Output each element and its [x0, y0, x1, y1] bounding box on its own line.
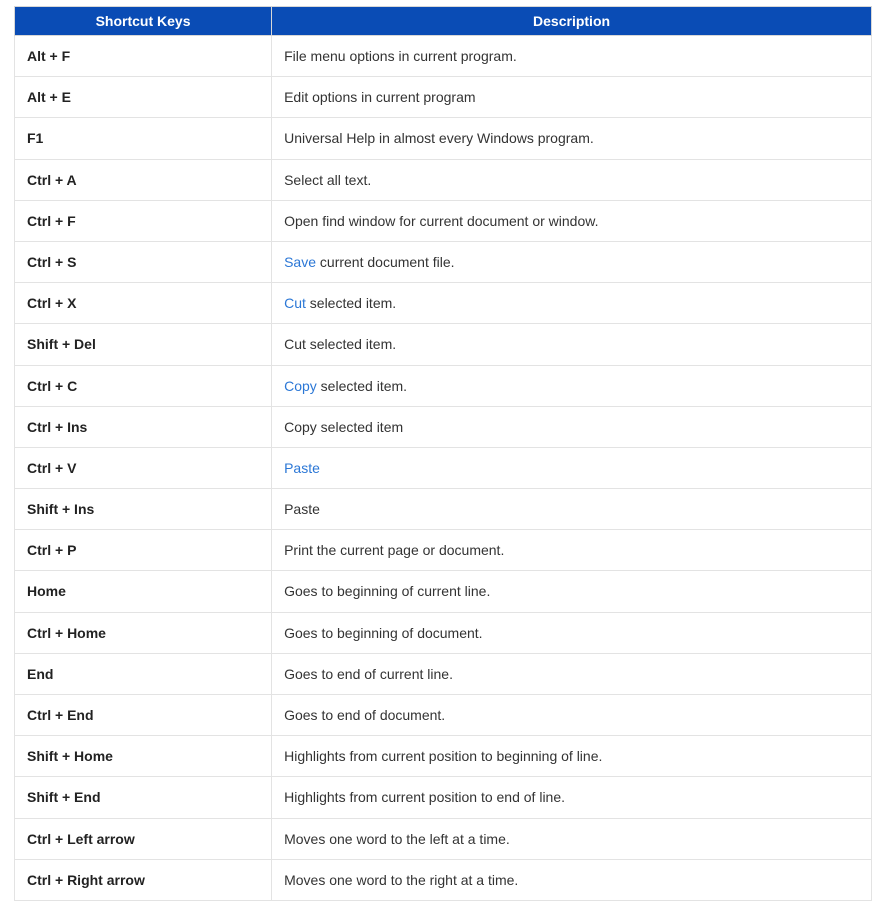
description-text: selected item. — [317, 378, 407, 394]
description-cell: Copy selected item — [272, 406, 872, 447]
header-description: Description — [272, 7, 872, 36]
description-cell: Highlights from current position to begi… — [272, 736, 872, 777]
description-cell: Copy selected item. — [272, 365, 872, 406]
keyword-link[interactable]: Copy — [284, 378, 317, 394]
shortcut-key-cell: Ctrl + F — [15, 200, 272, 241]
description-cell: Moves one word to the right at a time. — [272, 859, 872, 900]
description-text: Paste — [284, 501, 320, 517]
header-shortcut-keys: Shortcut Keys — [15, 7, 272, 36]
table-row: Ctrl + A Select all text. — [15, 159, 872, 200]
description-text: Cut selected item. — [284, 336, 396, 352]
description-cell: Print the current page or document. — [272, 530, 872, 571]
shortcut-key-cell: Alt + F — [15, 36, 272, 77]
description-cell: File menu options in current program. — [272, 36, 872, 77]
description-cell: Goes to end of document. — [272, 695, 872, 736]
description-cell: Open find window for current document or… — [272, 200, 872, 241]
keyword-link[interactable]: Cut — [284, 295, 306, 311]
shortcut-key-cell: F1 — [15, 118, 272, 159]
table-row: Shift + Home Highlights from current posi… — [15, 736, 872, 777]
table-row: Ctrl + CCopy selected item. — [15, 365, 872, 406]
shortcut-key-cell: Ctrl + X — [15, 283, 272, 324]
description-text: File menu options in current program. — [284, 48, 517, 64]
description-text: Goes to beginning of current line. — [284, 583, 490, 599]
description-cell: Paste — [272, 447, 872, 488]
description-text: Print the current page or document. — [284, 542, 504, 558]
shortcut-key-cell: Ctrl + Right arrow — [15, 859, 272, 900]
keyword-link[interactable]: Save — [284, 254, 316, 270]
description-cell: Select all text. — [272, 159, 872, 200]
description-cell: Goes to end of current line. — [272, 653, 872, 694]
shortcut-key-cell: Shift + Home — [15, 736, 272, 777]
description-text: Highlights from current position to begi… — [284, 748, 602, 764]
table-row: Ctrl + V Paste — [15, 447, 872, 488]
shortcut-key-cell: Alt + E — [15, 77, 272, 118]
description-text: Highlights from current position to end … — [284, 789, 565, 805]
description-cell: Save current document file. — [272, 241, 872, 282]
table-row: Ctrl + P Print the current page or docume… — [15, 530, 872, 571]
description-text: Goes to end of document. — [284, 707, 445, 723]
description-text: Moves one word to the left at a time. — [284, 831, 510, 847]
shortcut-key-cell: Ctrl + End — [15, 695, 272, 736]
page-container: Shortcut Keys Description Alt + F File me… — [0, 0, 886, 911]
shortcut-key-cell: Home — [15, 571, 272, 612]
description-cell: Goes to beginning of current line. — [272, 571, 872, 612]
table-header-row: Shortcut Keys Description — [15, 7, 872, 36]
description-text: Universal Help in almost every Windows p… — [284, 130, 594, 146]
shortcut-key-cell: End — [15, 653, 272, 694]
description-cell: Universal Help in almost every Windows p… — [272, 118, 872, 159]
table-row: End Goes to end of current line. — [15, 653, 872, 694]
shortcut-key-cell: Ctrl + A — [15, 159, 272, 200]
table-row: Ctrl + SSave current document file. — [15, 241, 872, 282]
keyword-link[interactable]: Paste — [284, 460, 320, 476]
description-text: Edit options in current program — [284, 89, 475, 105]
table-row: Shift + Ins Paste — [15, 489, 872, 530]
shortcut-table: Shortcut Keys Description Alt + F File me… — [14, 6, 872, 901]
table-row: Shift + Del Cut selected item. — [15, 324, 872, 365]
shortcut-key-cell: Ctrl + S — [15, 241, 272, 282]
description-cell: Moves one word to the left at a time. — [272, 818, 872, 859]
description-text: selected item. — [306, 295, 396, 311]
table-row: Alt + E Edit options in current program — [15, 77, 872, 118]
description-cell: Paste — [272, 489, 872, 530]
shortcut-key-cell: Shift + Del — [15, 324, 272, 365]
table-row: Ctrl + Left arrow Moves one word to the l… — [15, 818, 872, 859]
description-cell: Goes to beginning of document. — [272, 612, 872, 653]
table-row: Ctrl + Ins Copy selected item — [15, 406, 872, 447]
description-cell: Highlights from current position to end … — [272, 777, 872, 818]
table-row: Home Goes to beginning of current line. — [15, 571, 872, 612]
shortcut-key-cell: Ctrl + V — [15, 447, 272, 488]
shortcut-key-cell: Ctrl + P — [15, 530, 272, 571]
table-row: Ctrl + End Goes to end of document. — [15, 695, 872, 736]
table-row: Shift + End Highlights from current posit… — [15, 777, 872, 818]
table-row: Ctrl + F Open find window for current doc… — [15, 200, 872, 241]
shortcut-key-cell: Ctrl + Ins — [15, 406, 272, 447]
shortcut-key-cell: Ctrl + Left arrow — [15, 818, 272, 859]
description-cell: Edit options in current program — [272, 77, 872, 118]
table-body: Alt + F File menu options in current prog… — [15, 36, 872, 901]
table-row: Alt + F File menu options in current prog… — [15, 36, 872, 77]
table-row: Ctrl + Home Goes to beginning of document… — [15, 612, 872, 653]
description-text: current document file. — [316, 254, 455, 270]
description-text: Select all text. — [284, 172, 371, 188]
shortcut-key-cell: Ctrl + C — [15, 365, 272, 406]
description-cell: Cut selected item. — [272, 283, 872, 324]
description-cell: Cut selected item. — [272, 324, 872, 365]
shortcut-key-cell: Ctrl + Home — [15, 612, 272, 653]
description-text: Open find window for current document or… — [284, 213, 598, 229]
description-text: Moves one word to the right at a time. — [284, 872, 518, 888]
table-row: Ctrl + Right arrow Moves one word to the … — [15, 859, 872, 900]
shortcut-key-cell: Shift + End — [15, 777, 272, 818]
description-text: Goes to end of current line. — [284, 666, 453, 682]
table-row: F1 Universal Help in almost every Windows… — [15, 118, 872, 159]
table-row: Ctrl + XCut selected item. — [15, 283, 872, 324]
description-text: Copy selected item — [284, 419, 403, 435]
shortcut-key-cell: Shift + Ins — [15, 489, 272, 530]
description-text: Goes to beginning of document. — [284, 625, 482, 641]
